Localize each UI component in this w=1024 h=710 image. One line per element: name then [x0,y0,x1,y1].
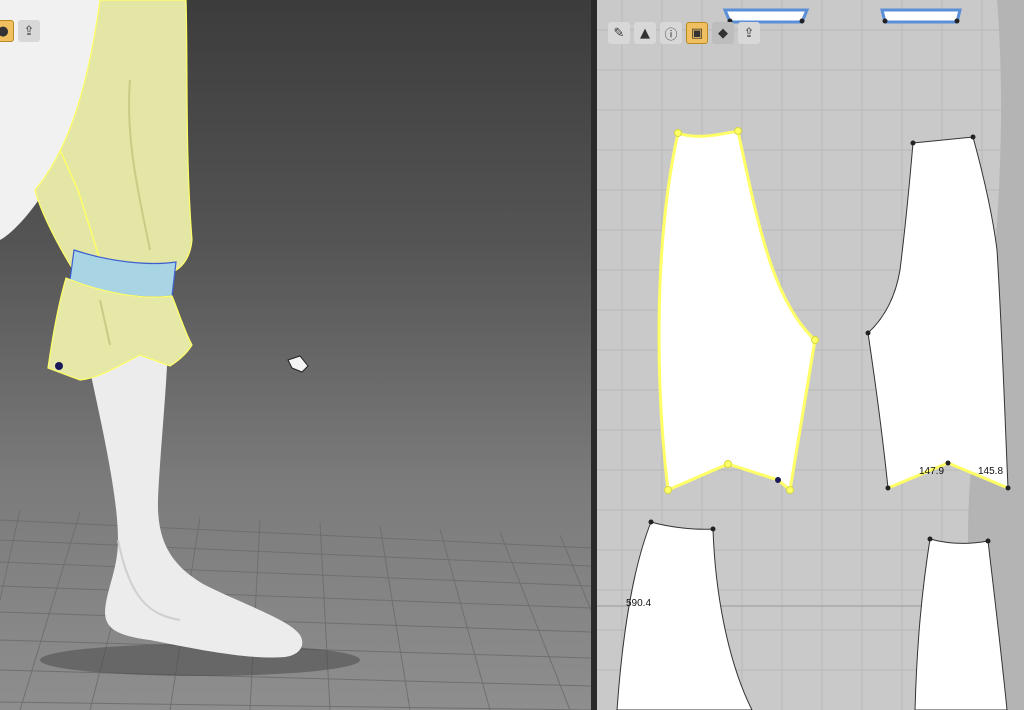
avatar-display-icon[interactable]: ● [0,20,14,42]
floor-grid [0,509,591,710]
pattern-top-left [722,8,810,24]
cursor-hand-icon [287,355,309,373]
pattern-piece-selected [657,129,817,493]
pattern-top-right [880,8,962,24]
2d-selected-point [775,477,781,483]
sewing-icon[interactable]: ◆ [712,22,734,44]
3d-viewport[interactable]: ● ⇪ [0,0,591,710]
3d-scene [0,0,591,710]
pattern-select-icon[interactable]: ▣ [686,22,708,44]
export-icon[interactable]: ⇪ [18,20,40,42]
export-icon[interactable]: ⇪ [738,22,760,44]
3d-selected-point [55,362,63,370]
2d-canvas [597,0,1024,710]
2d-pattern-window[interactable]: 147.9 145.8 590.4 ✎ ▲ ⓘ ▣ ◆ ⇪ [597,0,1024,710]
hem-left-measure: 147.9 [919,466,945,477]
info-icon[interactable]: ⓘ [660,22,682,44]
segment-tool-icon[interactable]: ✎ [608,22,630,44]
side-length-measure: 590.4 [626,598,652,609]
hem-right-measure: 145.8 [978,466,1004,477]
toolbar-3d: ● ⇪ [0,20,40,42]
toolbar-2d: ✎ ▲ ⓘ ▣ ◆ ⇪ [608,22,760,44]
transform-icon[interactable]: ▲ [634,22,656,44]
